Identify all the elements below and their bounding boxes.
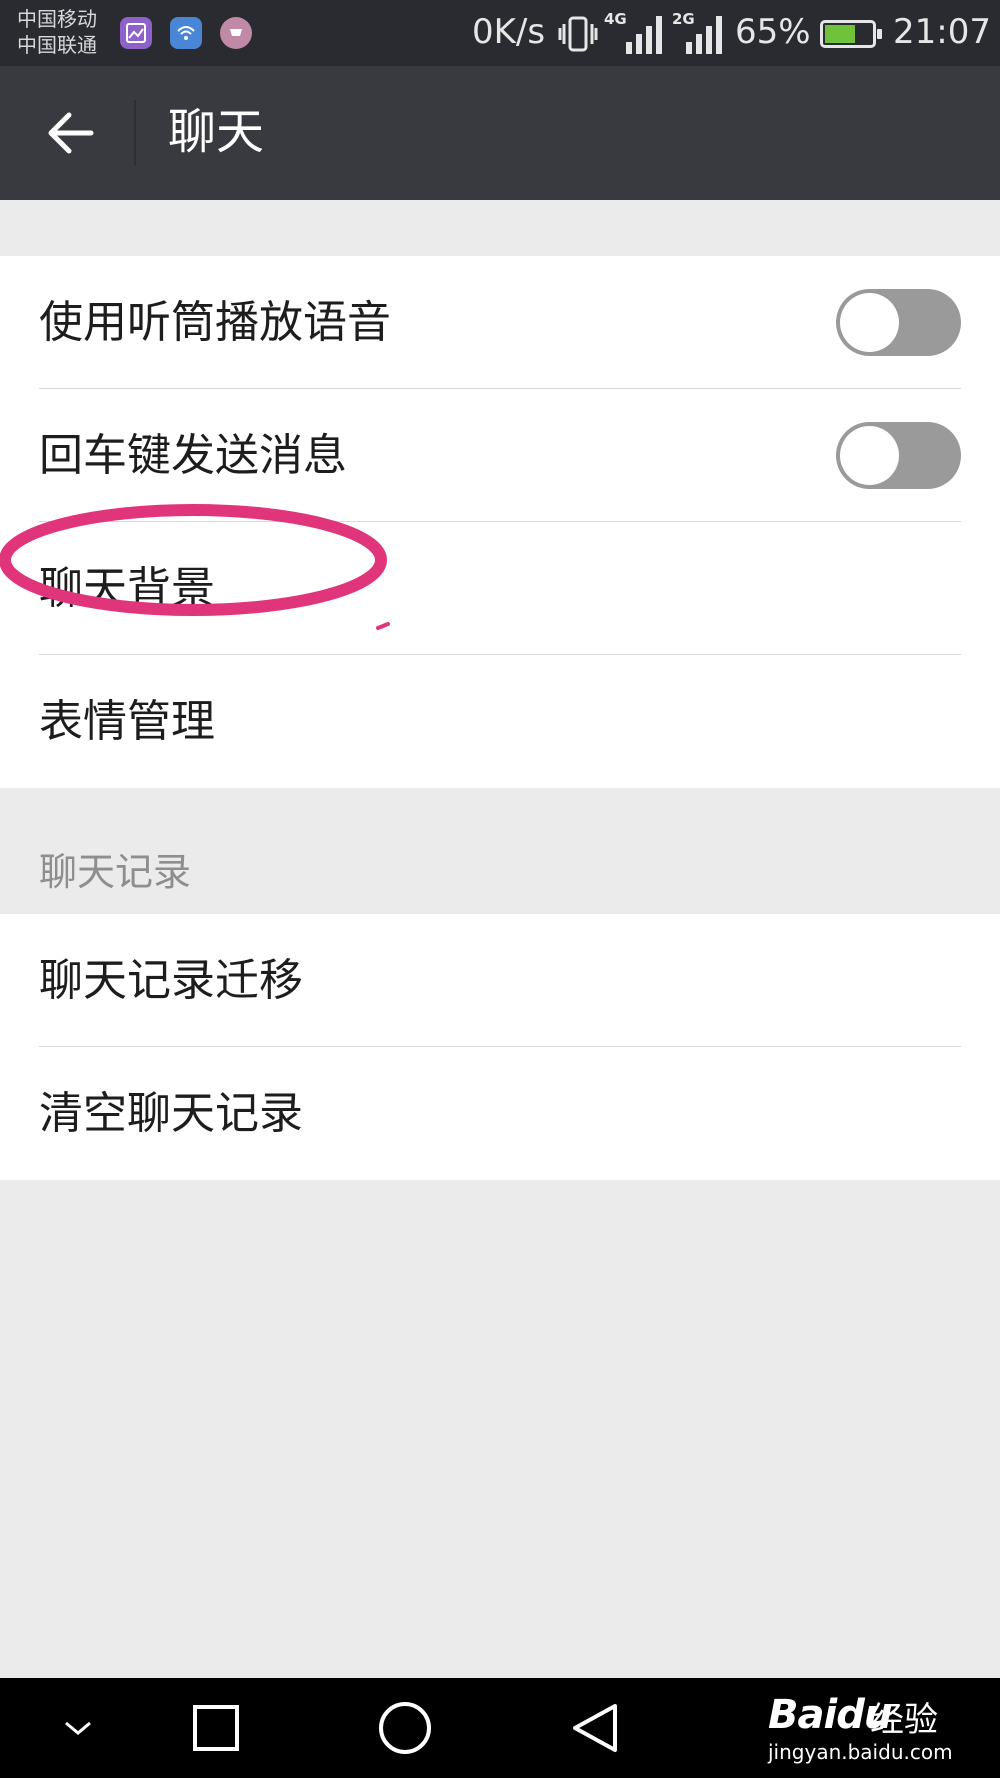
- battery-nub: [877, 29, 882, 39]
- back-triangle-icon[interactable]: [565, 1678, 625, 1778]
- status-bar: 中国移动 中国联通 0K/s 4G 2G 65% 21:07: [0, 0, 1000, 66]
- chat-history-group: 聊天记录迁移 清空聊天记录: [0, 914, 1000, 1180]
- carrier-info: 中国移动 中国联通: [17, 6, 97, 58]
- action-bar-divider: [134, 100, 136, 166]
- wifi-icon: [170, 17, 202, 49]
- setting-row-history-migrate[interactable]: 聊天记录迁移: [0, 914, 1000, 1047]
- back-button[interactable]: [30, 93, 110, 173]
- signal-2-gen: 2G: [672, 10, 695, 28]
- vibrate-icon: [558, 16, 598, 56]
- carrier-1: 中国移动: [17, 7, 97, 31]
- watermark-sub: 经验: [870, 1700, 938, 1740]
- setting-label: 使用听筒播放语音: [39, 297, 391, 348]
- page-title: 聊天: [168, 104, 265, 160]
- battery-charging-icon: [820, 20, 882, 48]
- clock: 21:07: [893, 12, 991, 52]
- toggle-switch-enter-send[interactable]: [836, 422, 961, 489]
- battery-fill: [825, 25, 855, 43]
- section-header-chat-history: 聊天记录: [39, 850, 192, 894]
- signal-1-gen: 4G: [604, 10, 627, 28]
- watermark-url: jingyan.baidu.com: [768, 1740, 953, 1764]
- gallery-icon: [120, 17, 152, 49]
- signal-icon: 2G: [672, 10, 732, 60]
- home-icon[interactable]: [375, 1678, 435, 1778]
- setting-row-clear-history[interactable]: 清空聊天记录: [0, 1047, 1000, 1180]
- highlight-annotation: [0, 504, 390, 630]
- action-bar: 聊天: [0, 66, 1000, 200]
- recent-apps-icon[interactable]: [186, 1678, 246, 1778]
- toggle-knob: [840, 293, 899, 352]
- setting-row-earpiece[interactable]: 使用听筒播放语音: [0, 256, 1000, 389]
- setting-label: 表情管理: [39, 696, 215, 747]
- cart-icon: [220, 17, 252, 49]
- signal-icon: 4G: [604, 10, 664, 60]
- baidu-watermark: Baidu 经验 jingyan.baidu.com: [760, 1670, 1000, 1770]
- setting-label: 聊天记录迁移: [39, 955, 303, 1006]
- net-speed: 0K/s: [472, 12, 546, 52]
- arrow-left-icon: [48, 112, 94, 154]
- carrier-2: 中国联通: [17, 33, 97, 57]
- chevron-down-icon[interactable]: [48, 1678, 108, 1778]
- setting-row-sticker-management[interactable]: 表情管理: [0, 655, 1000, 788]
- toggle-knob: [840, 426, 899, 485]
- toggle-switch-earpiece[interactable]: [836, 289, 961, 356]
- battery-percent: 65%: [735, 12, 811, 52]
- setting-label: 清空聊天记录: [39, 1088, 303, 1139]
